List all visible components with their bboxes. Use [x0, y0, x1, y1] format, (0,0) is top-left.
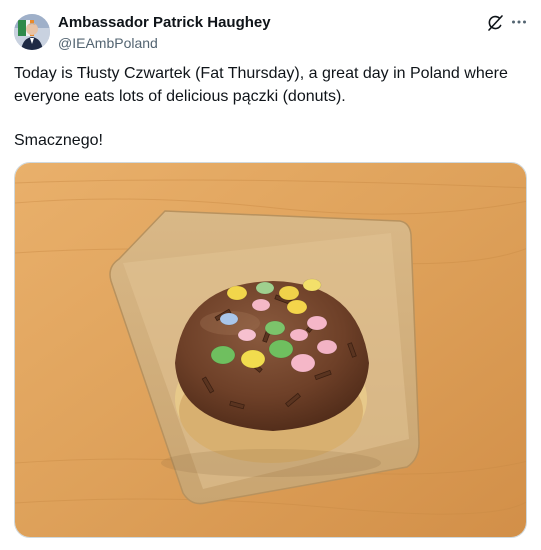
more-options-icon[interactable] [510, 13, 528, 31]
author-info: Ambassador Patrick Haughey @IEAmbPoland [58, 14, 271, 52]
tweet-text-closing: Smacznego! [14, 132, 103, 149]
avatar[interactable] [14, 14, 50, 50]
tweet-text: Today is Tłusty Czwartek (Fat Thursday),… [14, 63, 524, 153]
tweet-media[interactable] [14, 162, 527, 538]
donut-photo [15, 163, 526, 537]
grok-icon[interactable] [486, 14, 504, 32]
tweet-text-paragraph: Today is Tłusty Czwartek (Fat Thursday),… [14, 65, 508, 105]
author-name[interactable]: Ambassador Patrick Haughey [58, 14, 271, 32]
author-handle[interactable]: @IEAmbPoland [58, 34, 271, 52]
avatar-image [14, 14, 50, 50]
